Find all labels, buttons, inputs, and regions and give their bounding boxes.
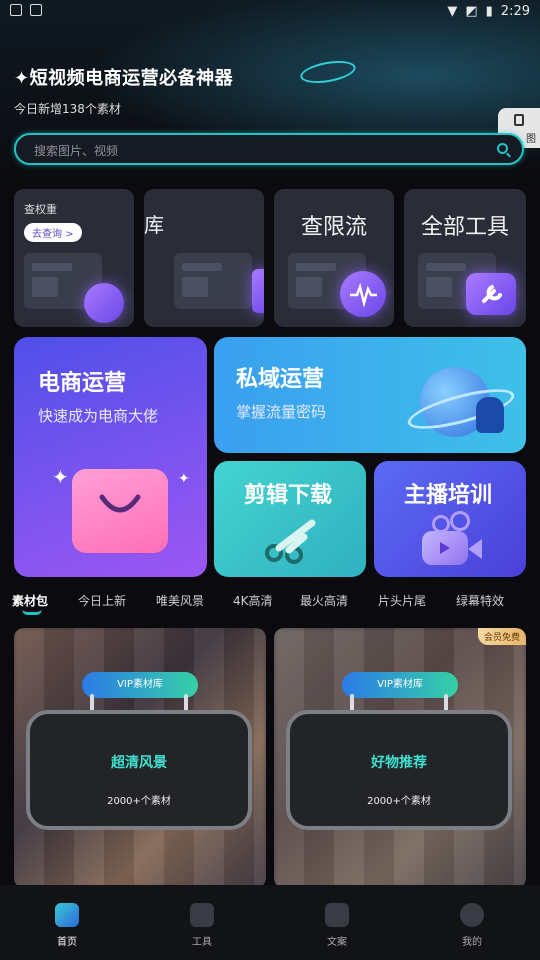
promo-edit[interactable]: 剪辑下载	[214, 461, 366, 577]
tool-weight-label: 查权重	[24, 203, 57, 216]
tool-card-illustration	[174, 253, 252, 309]
promo-private[interactable]: 私域运营 掌握流量密码	[214, 337, 526, 453]
nav-home[interactable]: 首页	[37, 903, 97, 948]
sparkle-icon: ✦	[52, 465, 69, 489]
promo-anchor[interactable]: 主播培训	[374, 461, 526, 577]
tab-category-1[interactable]: 今日上新	[78, 592, 126, 609]
library-icon	[252, 269, 264, 313]
promo-ecommerce[interactable]: 电商运营 快速成为电商大佬 ✦ ✦	[14, 337, 207, 577]
sparkle-icon: ✦	[178, 471, 190, 487]
search-input[interactable]	[32, 141, 476, 161]
vip-badge: VIP素材库	[342, 672, 458, 698]
tab-category-3[interactable]: 4K高清	[233, 592, 273, 609]
card-count: 2000+个素材	[107, 796, 171, 807]
shopping-bag-icon	[72, 469, 168, 553]
text-icon	[325, 903, 349, 927]
camera-lens	[468, 539, 482, 559]
video-camera-icon	[422, 531, 468, 565]
tool-card-all[interactable]: 全部工具	[404, 189, 526, 327]
tab-category-4[interactable]: 最火高清	[300, 592, 348, 609]
nav-tools-label: 工具	[192, 937, 212, 948]
user-icon	[476, 397, 504, 433]
page-title: ✦短视频电商运营必备神器	[14, 68, 234, 89]
nav-copywriting[interactable]: 文案	[307, 903, 367, 948]
side-tab-label: 图	[526, 134, 536, 145]
nav-profile[interactable]: 我的	[442, 903, 502, 948]
category-tabs: 素材包 今日上新 唯美风景 4K高清 最火高清 片头片尾 绿幕特效	[0, 592, 540, 616]
clock: 2:29	[500, 4, 530, 19]
system-icons: ▼ ◩ ▮ 2:29	[447, 4, 530, 19]
battery-icon: ▮	[485, 4, 493, 19]
promo-ecommerce-subtitle: 快速成为电商大佬	[38, 407, 159, 425]
tab-category-0[interactable]: 素材包	[12, 592, 48, 609]
camera-reel	[450, 511, 470, 531]
tool-card-weight[interactable]: 查权重 去查询 >	[14, 189, 134, 327]
promo-edit-title: 剪辑下载	[244, 483, 333, 508]
nav-tools[interactable]: 工具	[172, 903, 232, 948]
card-count: 2000+个素材	[367, 796, 431, 807]
tab-category-2[interactable]: 唯美风景	[156, 592, 204, 609]
tool-all-label: 全部工具	[420, 215, 509, 240]
vip-badge: VIP素材库	[82, 672, 198, 698]
promo-private-title: 私域运营	[236, 367, 325, 392]
nav-profile-label: 我的	[462, 937, 482, 948]
tool-card-library[interactable]: 库	[144, 189, 264, 327]
card-title: 好物推荐	[371, 755, 427, 771]
tool-weight-query-button[interactable]: 去查询 >	[24, 223, 82, 242]
notification-icons	[10, 4, 42, 16]
promo-ecommerce-title: 电商运营	[38, 371, 127, 396]
tool-card-limit[interactable]: 查限流	[274, 189, 394, 327]
search-icon[interactable]	[497, 143, 508, 154]
magnifier-icon	[84, 283, 124, 323]
scissors-icon	[264, 515, 320, 565]
pulse-icon	[340, 271, 386, 317]
card-title: 超清风景	[111, 755, 167, 771]
search-bar[interactable]	[14, 133, 524, 165]
member-free-badge: 会员免费	[477, 628, 526, 645]
home-icon	[55, 903, 79, 927]
status-bar: ▼ ◩ ▮ 2:29	[0, 0, 540, 24]
profile-icon	[460, 903, 484, 927]
card-panel: 好物推荐 2000+个素材	[286, 710, 512, 830]
signal-icon: ◩	[465, 4, 478, 19]
active-tab-indicator	[22, 609, 42, 615]
wrench-icon	[466, 273, 516, 315]
tab-category-5[interactable]: 片头片尾	[378, 592, 426, 609]
wifi-icon: ▼	[447, 4, 458, 19]
bottom-navigation: 首页 工具 文案 我的	[0, 885, 540, 960]
app-notification-icon	[30, 4, 42, 16]
promo-anchor-title: 主播培训	[404, 483, 493, 508]
image-notification-icon	[10, 4, 22, 16]
tab-category-6[interactable]: 绿幕特效	[456, 592, 504, 609]
card-panel: 超清风景 2000+个素材	[26, 710, 252, 830]
content-card[interactable]: 会员免费 VIP素材库 好物推荐 2000+个素材	[274, 628, 526, 888]
promo-private-subtitle: 掌握流量密码	[236, 403, 327, 421]
toolbox-icon	[190, 903, 214, 927]
image-icon	[514, 114, 524, 126]
camera-reel	[432, 515, 450, 533]
content-card[interactable]: VIP素材库 超清风景 2000+个素材	[14, 628, 266, 888]
tool-limit-label: 查限流	[300, 215, 367, 240]
nav-home-label: 首页	[57, 937, 77, 948]
nav-copywriting-label: 文案	[327, 937, 347, 948]
tool-library-label: 库	[144, 213, 164, 237]
page-subtitle: 今日新增138个素材	[14, 102, 121, 116]
